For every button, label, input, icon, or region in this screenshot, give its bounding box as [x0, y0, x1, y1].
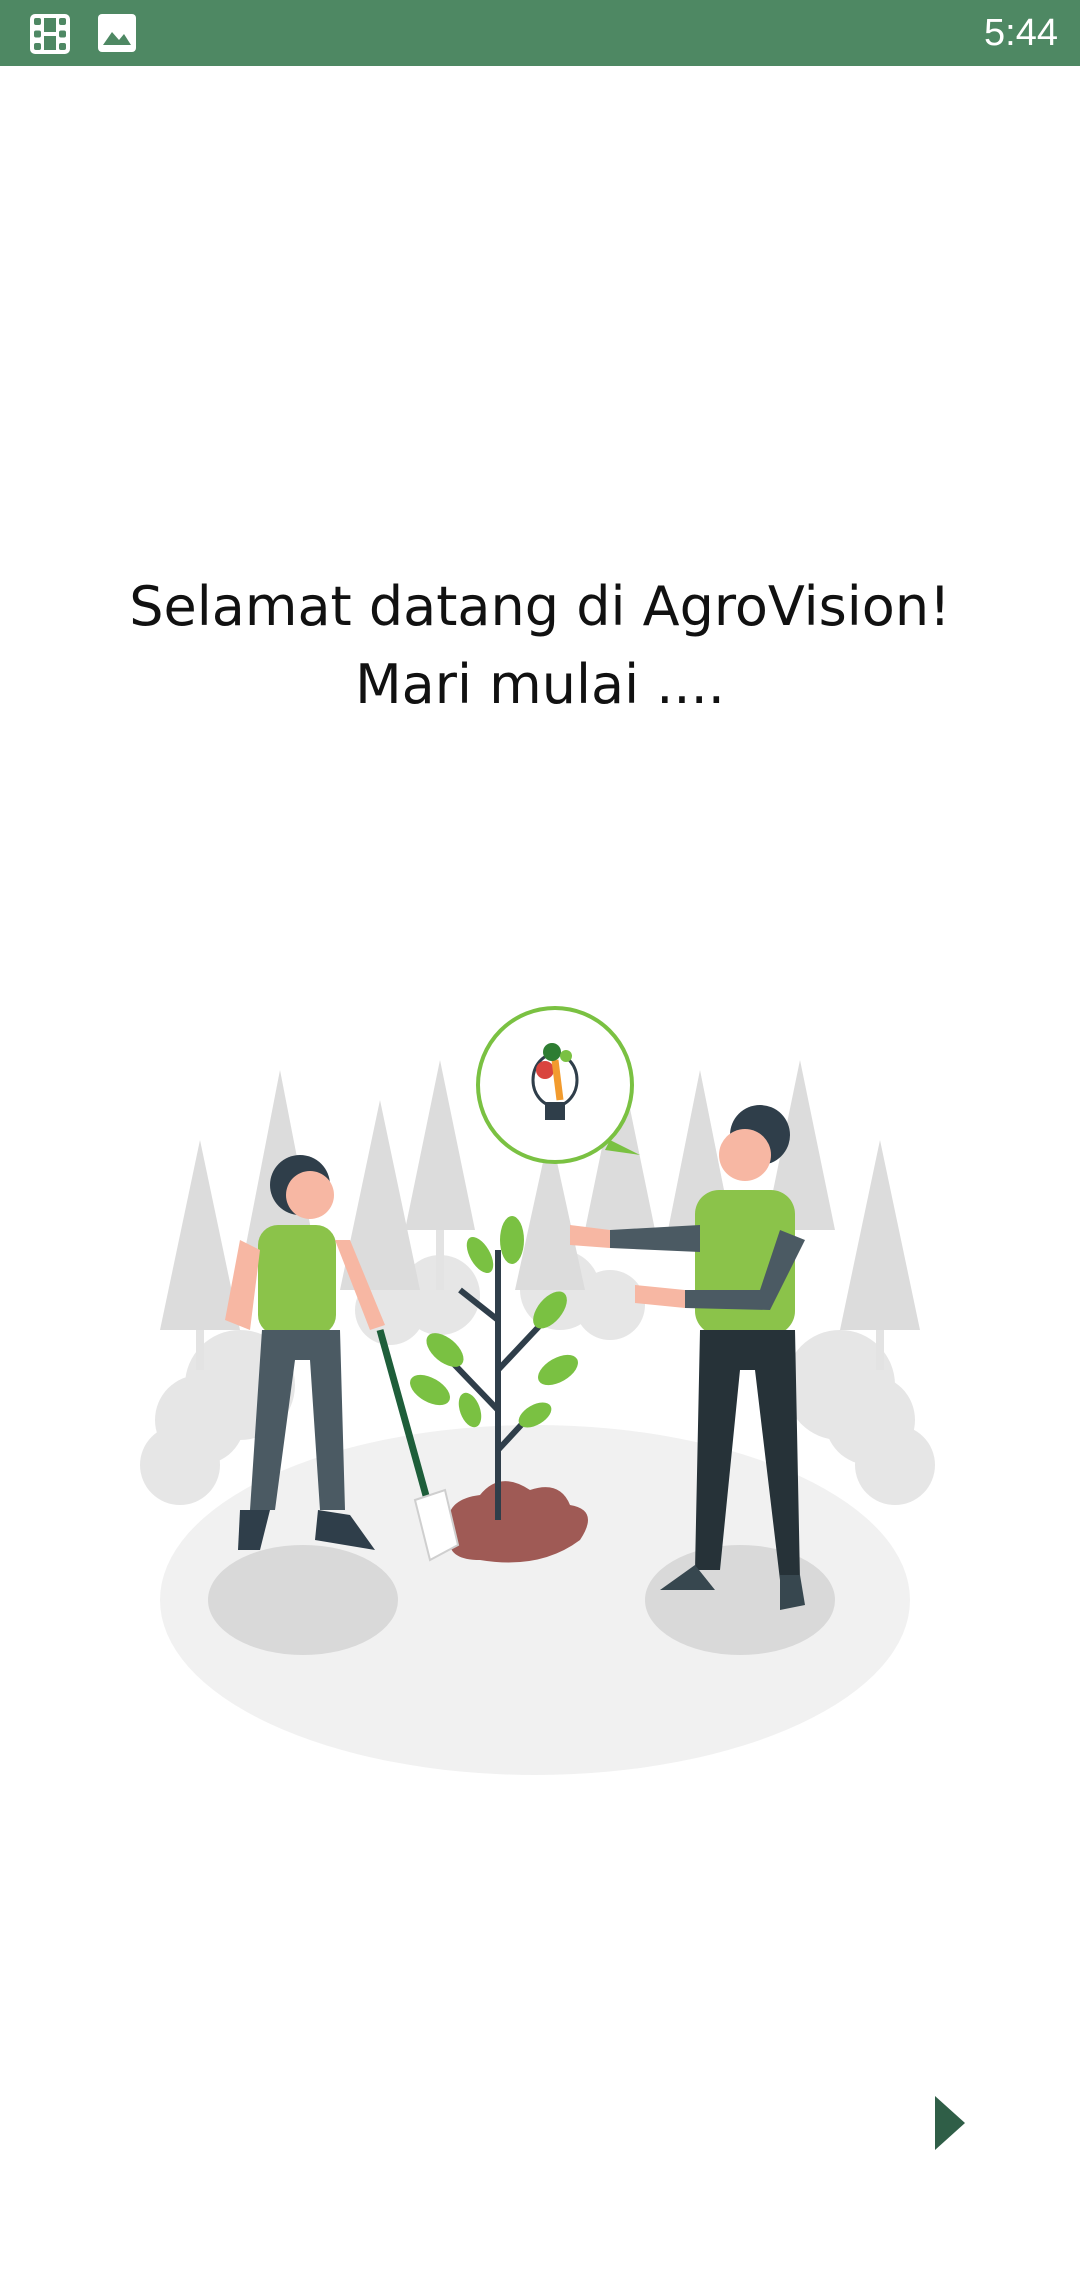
- film-icon: [30, 14, 70, 58]
- image-icon: [98, 14, 136, 56]
- play-arrow-icon: [935, 2096, 965, 2154]
- planting-illustration: [140, 990, 940, 1794]
- status-time: 5:44: [984, 12, 1058, 54]
- next-button[interactable]: [920, 2090, 980, 2160]
- welcome-title: Selamat datang di AgroVision!: [129, 575, 951, 638]
- welcome-subtitle: Mari mulai ....: [355, 653, 725, 716]
- welcome-message: Selamat datang di AgroVision! Mari mulai…: [0, 568, 1080, 724]
- status-bar: 5:44: [0, 0, 1080, 66]
